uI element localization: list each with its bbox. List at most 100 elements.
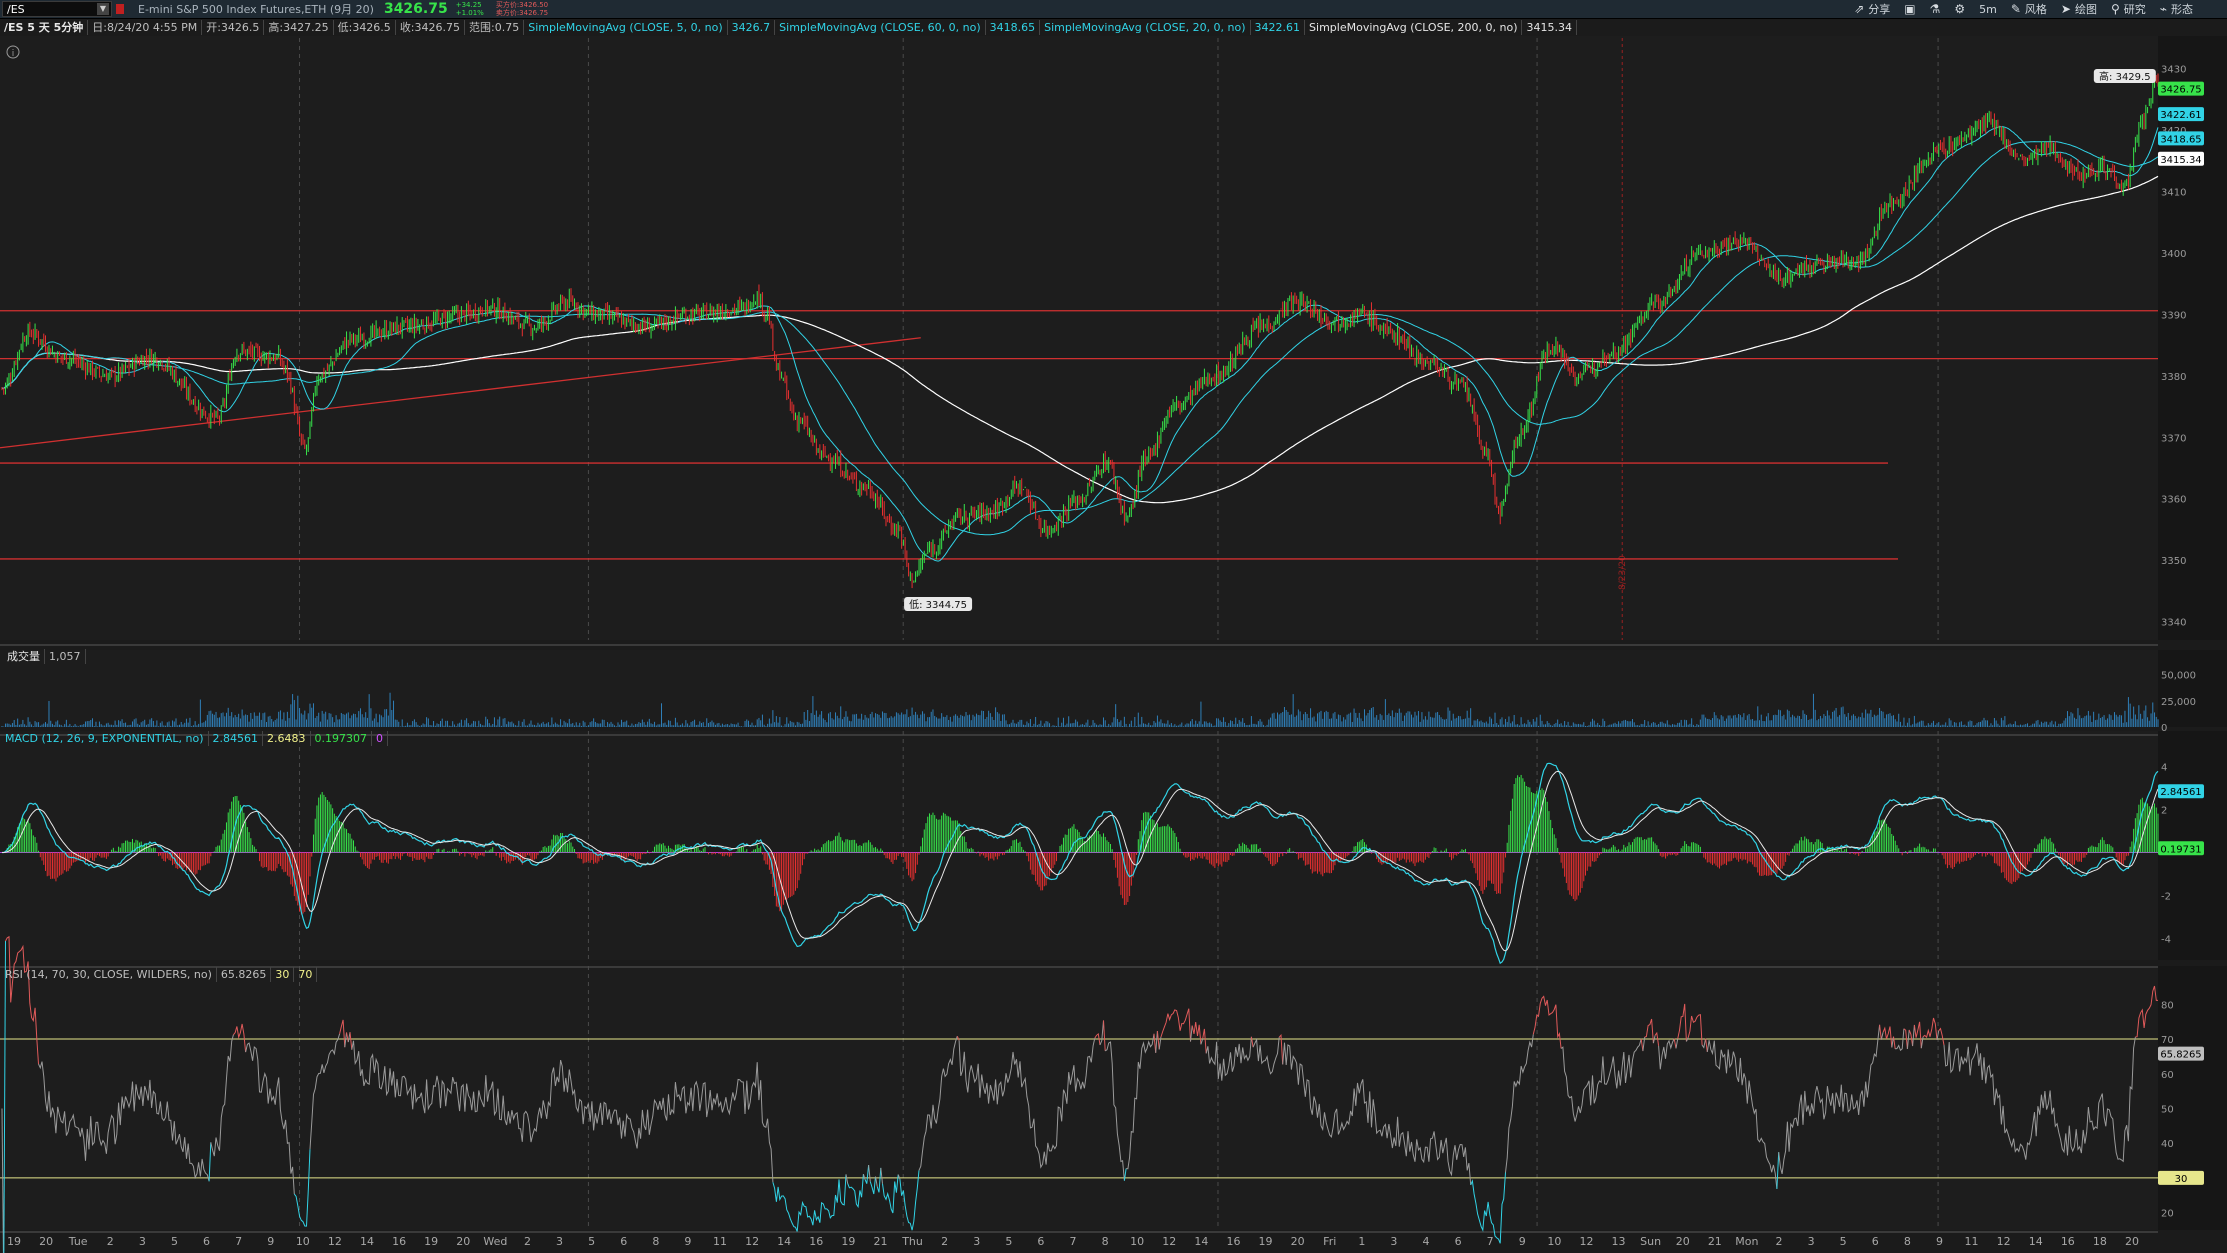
price-tick-label: 3410 [2161,188,2186,199]
time-tick-label: 14 [777,1235,791,1248]
time-tick-label: Wed [483,1235,507,1248]
time-tick-label: Thu [901,1235,923,1248]
time-tick-label: 7 [1070,1235,1077,1248]
time-tick-label: 20 [1291,1235,1305,1248]
time-tick-label: Sun [1640,1235,1661,1248]
rsi-tick-label: 20 [2161,1209,2174,1220]
time-tick-label: 3 [973,1235,980,1248]
rsi-title[interactable]: RSI (14, 70, 30, CLOSE, WILDERS, no) 65.… [1,967,318,982]
pane-background [0,966,2158,1230]
time-tick-label: 11 [713,1235,727,1248]
time-tick-label: Tue [68,1235,88,1248]
time-tick-label: 6 [620,1235,627,1248]
axis-background [2158,650,2227,727]
rsi-tick-label: 50 [2161,1104,2174,1115]
time-tick-label: 3 [1808,1235,1815,1248]
date-marker-label: 8/23/20 [1618,555,1628,590]
time-tick-label: 2 [107,1235,114,1248]
time-tick-label: 7 [1487,1235,1494,1248]
macd-zero: 0 [372,731,389,746]
macd-diff-bubble-label: 0.19731 [2160,844,2201,855]
rsi-tick-label: 60 [2161,1070,2174,1081]
time-tick-label: Fri [1323,1235,1336,1248]
time-tick-label: 16 [392,1235,406,1248]
time-tick-label: 5 [1840,1235,1847,1248]
macd-tick-label: 4 [2161,763,2167,774]
time-tick-label: 7 [235,1235,242,1248]
time-tick-label: 2 [941,1235,948,1248]
macd-tick-label: -2 [2161,892,2171,903]
macd-diff: 0.197307 [311,731,373,746]
time-tick-label: 20 [456,1235,470,1248]
time-tick-label: 12 [1162,1235,1176,1248]
time-tick-label: 21 [1708,1235,1722,1248]
time-tick-label: 2 [1776,1235,1783,1248]
macd-tick-label: 2 [2161,806,2167,817]
volume-tick-label: 25,000 [2161,697,2196,708]
time-tick-label: 9 [1936,1235,1943,1248]
last-price-bubble-label: 3426.75 [2160,85,2201,96]
rsi-oversold: 30 [271,967,295,982]
rsi-overbought: 70 [294,967,318,982]
time-tick-label: 10 [1547,1235,1561,1248]
volume-label: 成交量 [3,649,45,664]
time-tick-label: 14 [1194,1235,1208,1248]
sma60-bubble-label: 3418.65 [2160,134,2201,145]
volume-tick-label: 50,000 [2161,671,2196,682]
time-tick-label: 5 [171,1235,178,1248]
time-tick-label: 19 [7,1235,21,1248]
volume-value: 1,057 [45,649,86,664]
time-tick-label: 5 [588,1235,595,1248]
price-tick-label: 3430 [2161,65,2186,76]
sma200-bubble-label: 3415.34 [2160,155,2201,166]
chart-app: /ES ▼ E-mini S&P 500 Index Futures,ETH (… [0,0,2227,1253]
price-tick-label: 3360 [2161,495,2186,506]
info-icon-glyph: i [12,49,15,59]
time-tick-label: 20 [1676,1235,1690,1248]
time-tick-label: 6 [1037,1235,1044,1248]
time-tick-label: 4 [1423,1235,1430,1248]
time-tick-label: 13 [1612,1235,1626,1248]
low-marker-label: 低: 3344.75 [909,598,967,611]
time-tick-label: 12 [1579,1235,1593,1248]
time-tick-label: 11 [1965,1235,1979,1248]
time-tick-label: 8 [1102,1235,1109,1248]
rsi-tick-label: 40 [2161,1139,2174,1150]
rsi-oversold-bubble-label: 30 [2175,1174,2188,1185]
time-tick-label: 8 [652,1235,659,1248]
price-tick-label: 3350 [2161,556,2186,567]
time-tick-label: 10 [1130,1235,1144,1248]
time-tick-label: Mon [1735,1235,1758,1248]
rsi-value: 65.8265 [217,967,272,982]
price-tick-label: 3340 [2161,618,2186,629]
macd-value: 2.84561 [209,731,264,746]
price-tick-label: 3370 [2161,433,2186,444]
time-tick-label: 5 [1005,1235,1012,1248]
time-tick-label: 9 [684,1235,691,1248]
time-tick-label: 6 [1872,1235,1879,1248]
time-tick-label: 8 [1904,1235,1911,1248]
macd-tick-label: -4 [2161,935,2171,946]
chart-canvas[interactable]: 3430 3 4 20 3410 3400 3390 3 3 8 0 3370 3360 3350 3340… [0,0,2227,1253]
time-tick-label: 12 [1997,1235,2011,1248]
time-tick-label: 12 [328,1235,342,1248]
time-tick-label: 1 [1358,1235,1365,1248]
time-tick-label: 20 [2125,1235,2139,1248]
volume-title[interactable]: 成交量 1,057 [3,649,86,664]
time-tick-label: 2 [524,1235,531,1248]
time-tick-label: 21 [873,1235,887,1248]
time-tick-label: 14 [2029,1235,2043,1248]
rsi-value-bubble-label: 65.8265 [2160,1050,2201,1061]
time-tick-label: 18 [2093,1235,2107,1248]
time-tick-label: 12 [745,1235,759,1248]
price-tick-label: 3390 [2161,310,2186,321]
time-tick-label: 10 [296,1235,310,1248]
price-tick-label: 3400 [2161,249,2186,260]
time-tick-label: 16 [809,1235,823,1248]
time-tick-label: 3 [556,1235,563,1248]
time-tick-label: 9 [1519,1235,1526,1248]
time-tick-label: 16 [2061,1235,2075,1248]
macd-title[interactable]: MACD (12, 26, 9, EXPONENTIAL, no) 2.8456… [1,731,389,746]
time-tick-label: 20 [39,1235,53,1248]
rsi-tick-label: 70 [2161,1035,2174,1046]
